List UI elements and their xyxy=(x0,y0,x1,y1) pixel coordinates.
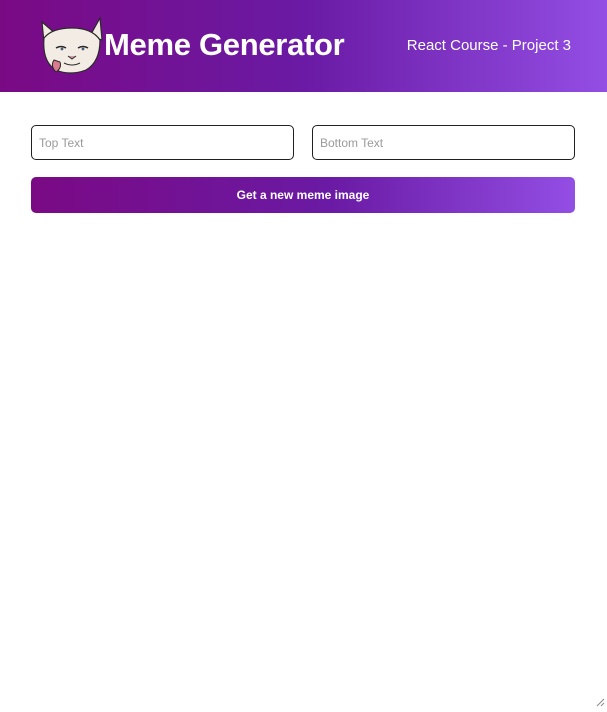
troll-face-cat-icon xyxy=(34,16,106,76)
project-subtitle: React Course - Project 3 xyxy=(407,37,571,55)
resize-handle-icon[interactable] xyxy=(596,694,605,703)
get-new-meme-image-button[interactable]: Get a new meme image xyxy=(31,177,575,213)
app-header: Meme Generator React Course - Project 3 xyxy=(0,0,607,92)
app-title: Meme Generator xyxy=(104,25,344,65)
meme-form: Get a new meme image xyxy=(31,125,575,213)
text-inputs-row xyxy=(31,125,575,160)
bottom-text-input[interactable] xyxy=(312,125,575,160)
top-text-input[interactable] xyxy=(31,125,294,160)
